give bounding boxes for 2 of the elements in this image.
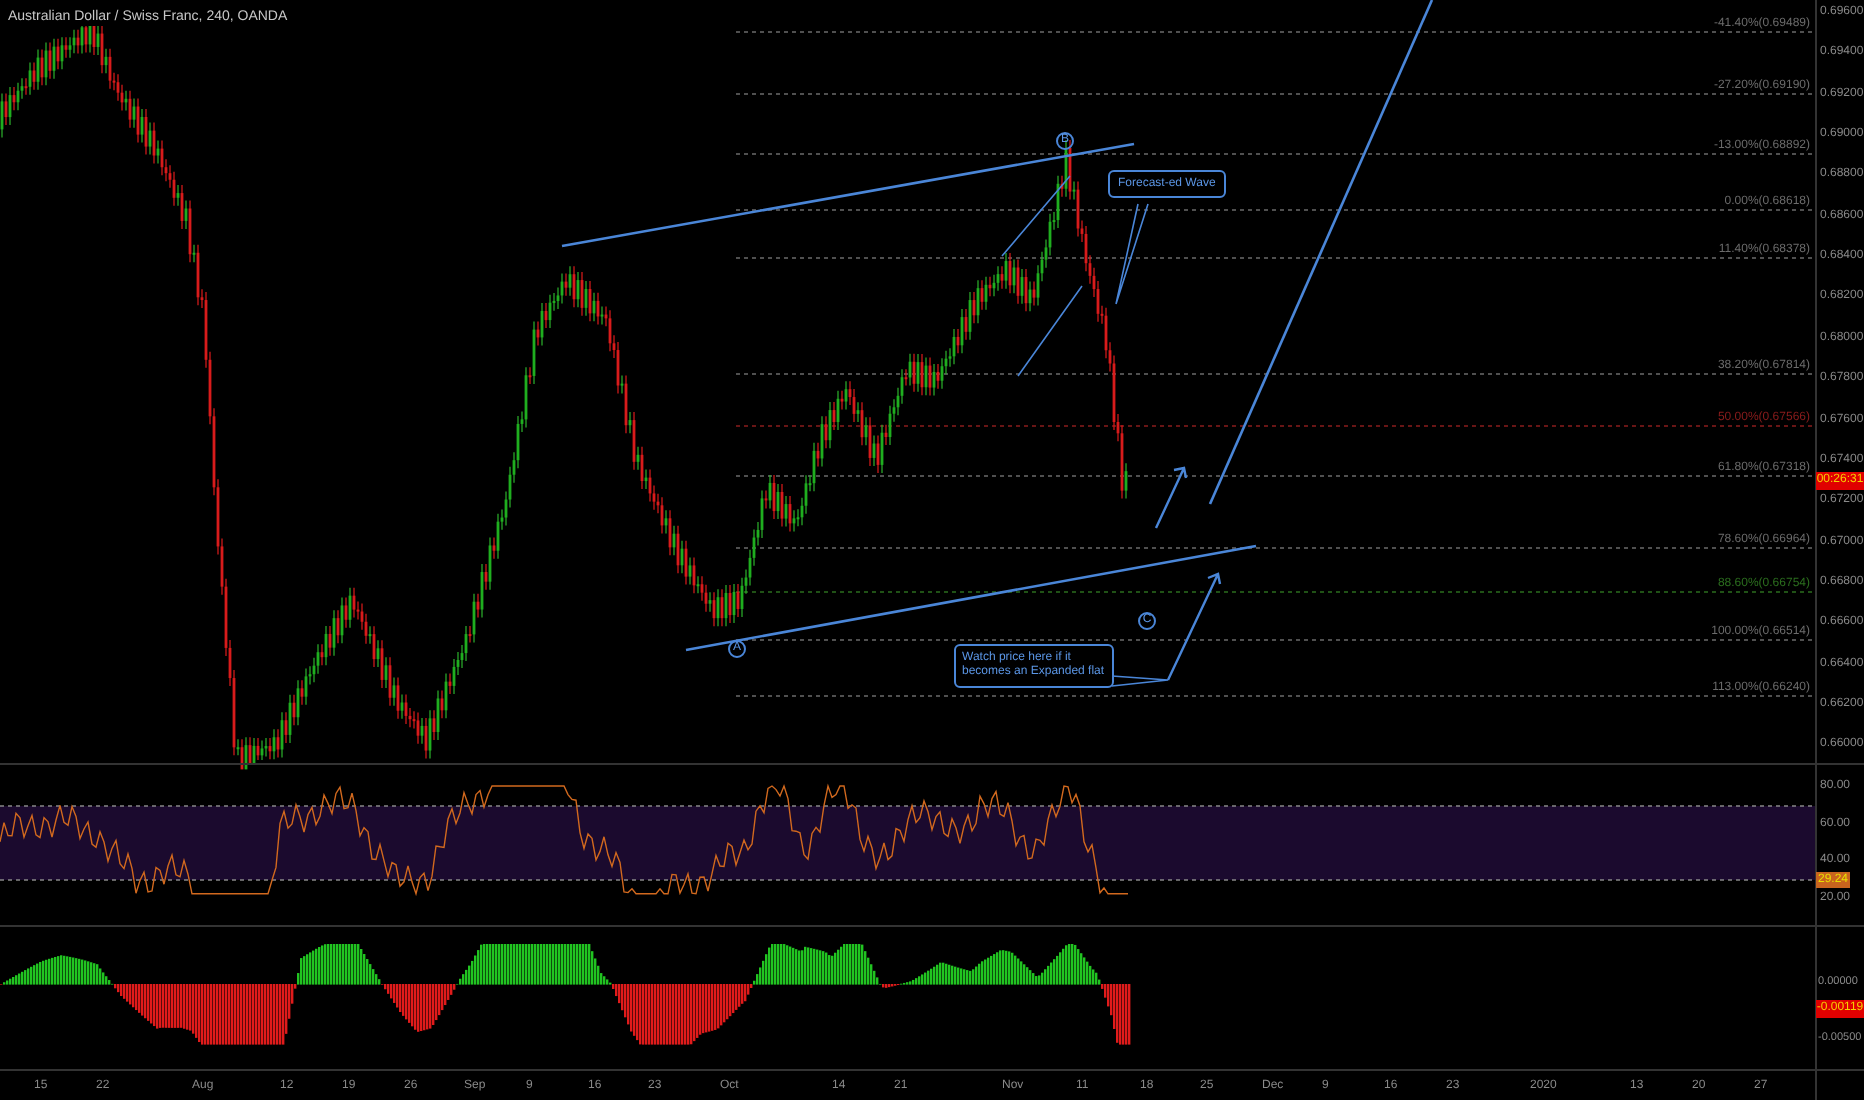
arrow-icon: [1166, 572, 1222, 682]
arrow-icon: [1154, 466, 1188, 530]
